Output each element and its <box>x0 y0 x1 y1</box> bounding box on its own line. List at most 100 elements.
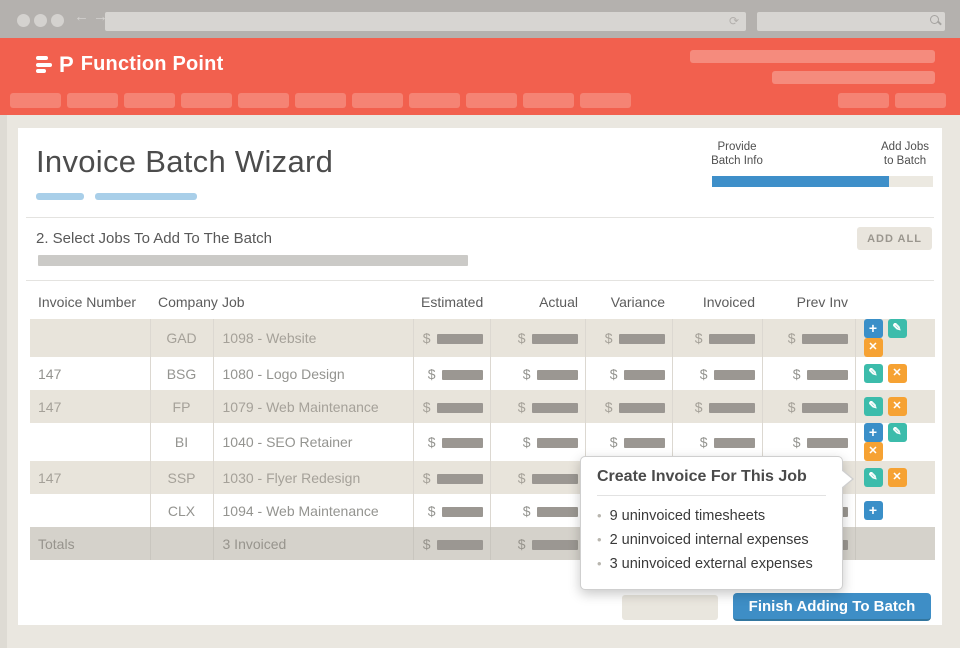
remove-job-button[interactable]: ✕ <box>863 442 883 461</box>
nav-item-placeholder[interactable] <box>181 93 232 108</box>
nav-item-placeholder[interactable] <box>352 93 403 108</box>
nav-item-placeholder[interactable] <box>523 93 574 108</box>
cell-amount-placeholder: $ <box>412 357 490 390</box>
refresh-icon[interactable]: ⟳ <box>727 14 741 28</box>
cell-amount-placeholder: $ <box>584 319 672 357</box>
nav-item-placeholder[interactable] <box>124 93 175 108</box>
amount-placeholder-bar <box>441 438 483 449</box>
cell-amount-placeholder: $ <box>489 461 585 494</box>
address-bar[interactable]: ⟳ <box>105 12 746 31</box>
cell-actions: + ✎✕ <box>854 319 935 357</box>
edit-invoice-button[interactable]: ✎ <box>863 468 883 487</box>
step-label-line: Provide <box>717 141 757 153</box>
cell-amount-placeholder: $ <box>489 319 585 357</box>
remove-job-button[interactable]: ✕ <box>887 468 907 487</box>
amount-placeholder-bar <box>536 369 578 380</box>
amount-placeholder-bar <box>713 438 755 449</box>
amount-placeholder-bar <box>623 369 665 380</box>
add-job-button[interactable]: + <box>863 319 883 338</box>
add-job-button[interactable]: + <box>863 501 883 520</box>
nav-item-placeholder[interactable] <box>238 93 289 108</box>
amount-placeholder-bar <box>536 438 578 449</box>
breadcrumb-placeholder <box>95 193 197 200</box>
nav-item-placeholder[interactable] <box>295 93 346 108</box>
edit-invoice-button[interactable]: ✎ <box>887 423 907 442</box>
edit-invoice-button[interactable]: ✎ <box>863 364 883 383</box>
amount-placeholder-bar <box>806 438 848 449</box>
cell-job: 1030 - Flyer Redesign <box>212 461 413 494</box>
cell-amount-placeholder: $ <box>412 494 490 527</box>
bullet-icon: • <box>597 556 602 571</box>
step-label-line: to Batch <box>883 155 927 168</box>
popover-item: • 2 uninvoiced internal expenses <box>597 528 826 552</box>
secondary-button-placeholder[interactable] <box>622 594 718 620</box>
back-icon[interactable]: ← <box>74 8 93 25</box>
totals-actions-cell <box>854 527 935 560</box>
finish-adding-to-batch-button[interactable]: Finish Adding To Batch <box>733 593 931 621</box>
browser-search-input[interactable] <box>757 12 945 31</box>
col-variance: Variance <box>610 294 665 310</box>
col-invoiced: Invoiced <box>702 294 755 310</box>
logo-p-glyph: P <box>59 51 74 77</box>
nav-item-placeholder[interactable] <box>409 93 460 108</box>
nav-item-placeholder[interactable] <box>895 93 946 108</box>
amount-placeholder-bar <box>441 506 483 517</box>
cell-amount-placeholder: $ <box>671 390 762 423</box>
cell-actions: ✎ ✕ <box>854 390 935 423</box>
add-job-button[interactable]: + <box>863 423 883 442</box>
cell-amount-placeholder: $ <box>671 319 762 357</box>
job-row: 147 BSG 1080 - Logo Design $ $ $ $ $ ✎ ✕ <box>30 357 935 390</box>
popover-item-list: • 9 uninvoiced timesheets • 2 uninvoiced i… <box>597 504 826 576</box>
cell-job: 1040 - SEO Retainer <box>212 423 413 461</box>
amount-placeholder-bar <box>441 369 483 380</box>
edit-invoice-button[interactable]: ✎ <box>887 319 907 338</box>
remove-job-button[interactable]: ✕ <box>887 397 907 416</box>
cell-amount-placeholder: $ <box>584 390 672 423</box>
totals-invoiced-summary: 3 Invoiced <box>212 527 413 560</box>
cell-company: BI <box>149 423 213 461</box>
cell-amount-placeholder: $ <box>584 357 672 390</box>
col-invoice-number: Invoice Number <box>38 294 137 310</box>
cell-actions: + ✎✕ <box>854 423 935 461</box>
section-title: 2. Select Jobs To Add To The Batch <box>36 230 272 247</box>
wizard-footer: Finish Adding To Batch <box>18 593 931 621</box>
nav-item-placeholder[interactable] <box>580 93 631 108</box>
step-label-line: Add Jobs <box>881 141 929 153</box>
remove-job-button[interactable]: ✕ <box>863 338 883 357</box>
cell-job: 1098 - Website <box>212 319 413 357</box>
app-header: P Function Point <box>0 38 960 115</box>
cell-invoice-number: 147 <box>38 469 62 486</box>
cell-invoice-number <box>30 423 150 461</box>
window-dot <box>34 14 47 27</box>
header-placeholder-bar <box>690 50 935 63</box>
cell-amount-placeholder: $ <box>412 461 490 494</box>
cell-job: 1094 - Web Maintenance <box>212 494 413 527</box>
add-all-button[interactable]: ADD ALL <box>857 227 932 250</box>
nav-item-placeholder[interactable] <box>10 93 61 108</box>
popover-item: • 9 uninvoiced timesheets <box>597 504 826 528</box>
edit-invoice-button[interactable]: ✎ <box>863 397 883 416</box>
col-prev-inv: Prev Inv <box>796 294 848 310</box>
totals-company-cell <box>149 527 213 560</box>
main-nav-placeholders <box>10 93 631 108</box>
col-estimated: Estimated <box>421 294 484 310</box>
nav-item-placeholder[interactable] <box>838 93 889 108</box>
wizard-header: Invoice Batch Wizard Provide Batch Info … <box>18 128 942 200</box>
cell-amount-placeholder: $ <box>489 357 585 390</box>
nav-item-placeholder[interactable] <box>67 93 118 108</box>
bullet-icon: • <box>597 508 602 523</box>
job-row: GAD 1098 - Website $ $ $ $ $ + ✎✕ <box>30 319 935 357</box>
remove-job-button[interactable]: ✕ <box>887 364 907 383</box>
amount-placeholder-bar <box>806 369 848 380</box>
col-actions <box>855 294 935 319</box>
cell-amount-placeholder: $ <box>412 319 490 357</box>
amount-placeholder-bar <box>531 473 578 484</box>
table-header-row: Invoice Number Company Job Estimated Act… <box>30 294 935 319</box>
nav-item-placeholder[interactable] <box>466 93 517 108</box>
cell-amount-placeholder: $ <box>489 390 585 423</box>
cell-invoice-number <box>30 319 150 357</box>
amount-placeholder-bar <box>801 334 848 345</box>
step-add-jobs-to-batch: Add Jobs to Batch <box>850 140 960 169</box>
col-company: Company <box>158 294 218 310</box>
function-point-logo[interactable]: P Function Point <box>36 53 223 76</box>
